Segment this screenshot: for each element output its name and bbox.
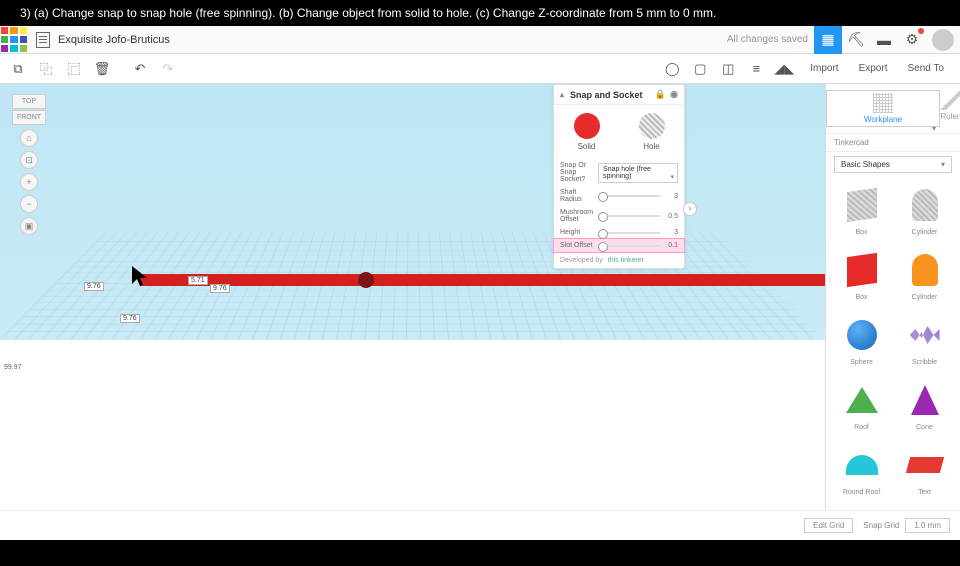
top-bar: Exquisite Jofo-Bruticus All changes save… <box>0 26 960 54</box>
export-button[interactable]: Export <box>849 63 898 74</box>
hole-swatch <box>639 113 665 139</box>
height-slider[interactable] <box>598 232 660 234</box>
doc-title[interactable]: Exquisite Jofo-Bruticus <box>58 34 170 46</box>
inspector-header: ▴ Snap and Socket 🔒 ◉ <box>554 85 684 105</box>
tinkercad-logo[interactable] <box>0 26 28 54</box>
solid-hole-row: Solid Hole <box>554 105 684 159</box>
mirror-button[interactable]: ◢◣ <box>772 57 796 81</box>
notifications-button[interactable]: ⚙ <box>898 26 926 54</box>
bottom-bar: Edit Grid Snap Grid 1.0 mm <box>0 510 960 540</box>
delete-button[interactable]: 🗑 <box>90 57 114 81</box>
viewcube-top[interactable]: TOP <box>12 94 46 109</box>
ortho-button[interactable]: ▣ <box>20 217 38 235</box>
align-button[interactable]: ≡ <box>744 57 768 81</box>
dim-b[interactable]: 9.76 <box>210 284 230 293</box>
snap-grid-label: Snap Grid <box>863 521 899 530</box>
ruler-tab[interactable]: Ruler <box>940 90 960 127</box>
axis-value: 99.97 <box>4 364 22 371</box>
copy-button[interactable]: ⧉ <box>6 57 30 81</box>
developer-credit: Developed by this tinkerer <box>554 252 684 268</box>
lego-button[interactable]: ▬ <box>870 26 898 54</box>
ungroup-button[interactable]: ◫ <box>716 57 740 81</box>
shape-scribble[interactable]: Scribble <box>895 313 954 374</box>
blocks-view-button[interactable]: ▦ <box>814 26 842 54</box>
midpoint-handle[interactable] <box>358 272 374 288</box>
doc-icon[interactable] <box>36 32 50 48</box>
prop-mushroom: Mushroom Offset 0.5 <box>554 206 684 226</box>
collapse-icon[interactable]: ▴ <box>560 90 564 99</box>
footer-black <box>0 540 960 566</box>
catalog-select[interactable]: Basic Shapes <box>834 156 952 173</box>
home-view-button[interactable]: ⌂ <box>20 129 38 147</box>
lock-icon[interactable]: 🔒 <box>655 89 666 100</box>
workplane-canvas[interactable]: TOP FRONT ⌂ ⊡ + − ▣ 9.76 5.71 9.76 9.76 … <box>0 84 825 510</box>
inspector-panel: ▴ Snap and Socket 🔒 ◉ Solid Hole Snap Or… <box>553 84 685 269</box>
prop-shaft: Shaft Radius 3 <box>554 186 684 206</box>
shape-cylinder-hole[interactable]: Cylinder <box>895 183 954 244</box>
selected-object[interactable] <box>140 274 825 286</box>
import-button[interactable]: Import <box>800 63 848 74</box>
viewcube-front[interactable]: FRONT <box>12 110 46 125</box>
user-avatar[interactable] <box>932 29 954 51</box>
redo-button[interactable]: ↷ <box>156 57 180 81</box>
slot-slider[interactable] <box>598 245 660 247</box>
shape-sphere[interactable]: Sphere <box>832 313 891 374</box>
group-button[interactable]: ▢ <box>688 57 712 81</box>
save-status: All changes saved <box>727 34 814 45</box>
prop-slot: Slot Offset 0.1 <box>554 239 684 252</box>
snap-select[interactable]: Snap hole (free spinning) <box>598 163 678 183</box>
dim-left[interactable]: 9.76 <box>84 282 104 291</box>
view-cube[interactable]: TOP FRONT ⌂ ⊡ + − ▣ <box>12 94 46 239</box>
prop-height: Height 3 <box>554 226 684 239</box>
undo-button[interactable]: ↶ <box>128 57 152 81</box>
main-area: TOP FRONT ⌂ ⊡ + − ▣ 9.76 5.71 9.76 9.76 … <box>0 84 960 510</box>
hole-option[interactable]: Hole <box>639 113 665 151</box>
dim-a[interactable]: 5.71 <box>188 276 208 285</box>
solid-swatch <box>574 113 600 139</box>
shape-box-hole[interactable]: Box <box>832 183 891 244</box>
lightbulb-icon[interactable]: ◉ <box>670 89 678 100</box>
duplicate-button[interactable]: ⿸ <box>62 57 86 81</box>
pickaxe-button[interactable]: ⛏ <box>842 26 870 54</box>
edit-grid-button[interactable]: Edit Grid <box>804 518 853 533</box>
cursor-icon <box>128 264 154 290</box>
instruction-bar: 3) (a) Change snap to snap hole (free sp… <box>0 0 960 26</box>
solid-option[interactable]: Solid <box>574 113 600 151</box>
shape-box[interactable]: Box <box>832 248 891 309</box>
zoom-out-button[interactable]: − <box>20 195 38 213</box>
inspector-title: Snap and Socket <box>570 90 643 100</box>
mushroom-slider[interactable] <box>598 215 660 217</box>
developer-link[interactable]: this tinkerer <box>608 257 644 264</box>
fit-view-button[interactable]: ⊡ <box>20 151 38 169</box>
bulb-icon[interactable]: ◯ <box>660 57 684 81</box>
shape-round-roof[interactable]: Round Roof <box>832 443 891 504</box>
paste-button[interactable]: ⿻ <box>34 57 58 81</box>
shaft-slider[interactable] <box>598 195 660 197</box>
shape-cylinder[interactable]: Cylinder <box>895 248 954 309</box>
sendto-button[interactable]: Send To <box>897 63 954 74</box>
prop-snap: Snap Or Snap Socket? Snap hole (free spi… <box>554 159 684 186</box>
shape-roof[interactable]: Roof <box>832 378 891 439</box>
expand-panel-button[interactable]: › <box>683 202 697 216</box>
library-section: Tinkercad <box>826 134 960 152</box>
shape-library: Workplane Ruler Tinkercad Basic Shapes B… <box>825 84 960 510</box>
shape-text[interactable]: Text <box>895 443 954 504</box>
toolbar: ⧉ ⿻ ⿸ 🗑 ↶ ↷ ◯ ▢ ◫ ≡ ◢◣ Import Export Sen… <box>0 54 960 84</box>
snap-grid-select[interactable]: 1.0 mm <box>905 518 950 533</box>
shape-cone[interactable]: Cone <box>895 378 954 439</box>
workplane-tab[interactable]: Workplane <box>826 90 940 127</box>
dim-c[interactable]: 9.76 <box>120 314 140 323</box>
zoom-in-button[interactable]: + <box>20 173 38 191</box>
